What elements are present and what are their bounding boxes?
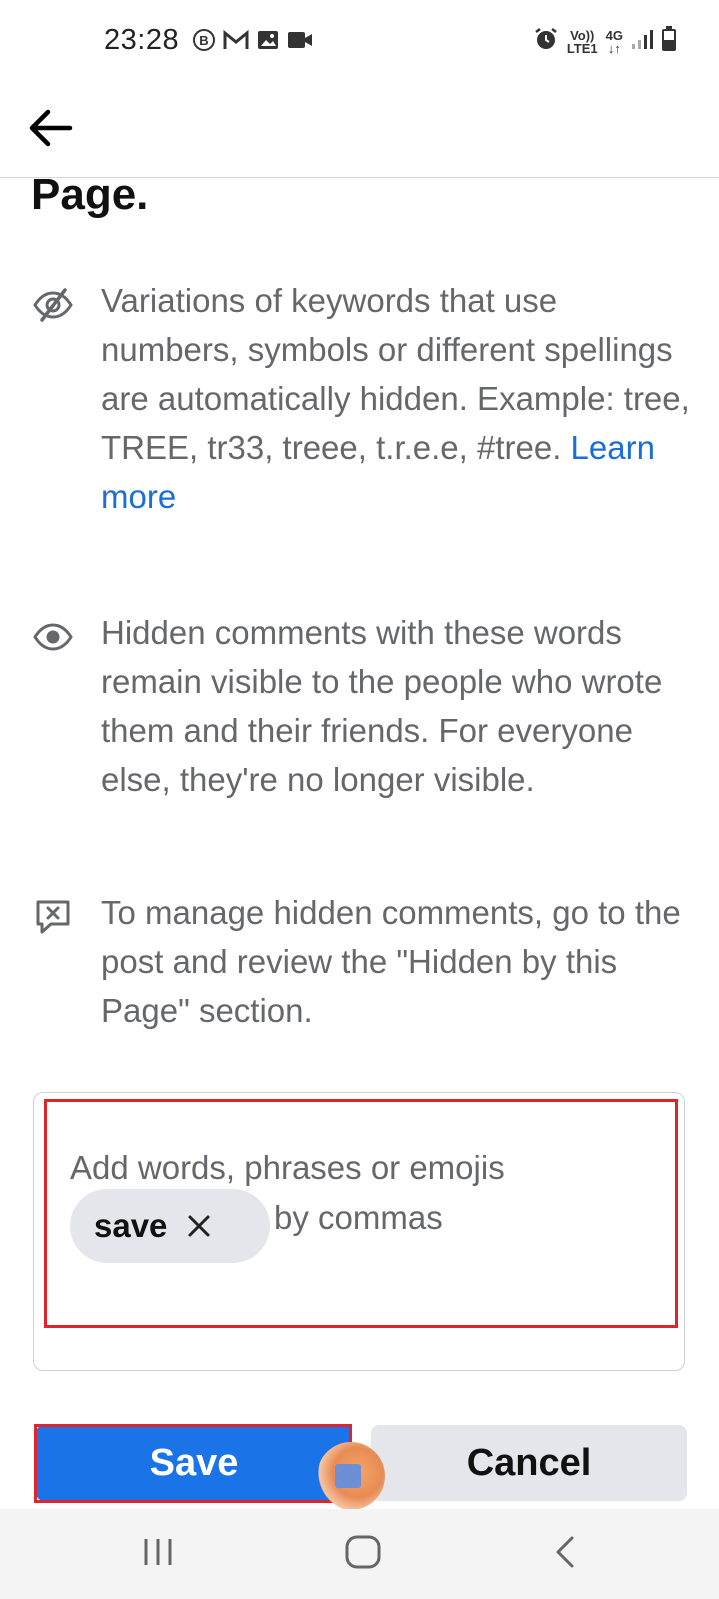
status-notification-icons: B	[192, 28, 314, 57]
gallery-icon	[256, 28, 280, 57]
save-highlight-annotation	[34, 1424, 352, 1503]
info-text-visibility: Hidden comments with these words remain …	[101, 614, 663, 798]
page-heading-fragment: Page.	[31, 170, 149, 219]
back-icon	[552, 1534, 580, 1575]
video-icon	[286, 28, 314, 57]
status-bar: 23:28 B Vo)) LTE1 4G ↓↑	[0, 0, 719, 84]
b-icon: B	[192, 28, 216, 57]
comment-x-icon	[32, 896, 74, 938]
signal-icon	[631, 28, 653, 55]
gmail-icon	[222, 28, 250, 57]
recent-apps-icon	[140, 1536, 176, 1573]
system-back-button[interactable]	[536, 1531, 596, 1577]
top-app-bar	[0, 84, 719, 178]
status-time: 23:28	[104, 24, 180, 56]
info-text-variations: Variations of keywords that use numbers,…	[101, 282, 690, 515]
status-system-icons: Vo)) LTE1 4G ↓↑	[533, 26, 677, 57]
volte-indicator: Vo)) LTE1	[566, 27, 598, 56]
data-indicator: 4G ↓↑	[605, 27, 623, 56]
svg-text:B: B	[199, 33, 208, 48]
back-button[interactable]	[22, 102, 78, 158]
eye-off-icon	[32, 284, 74, 326]
home-icon	[344, 1534, 382, 1575]
arrow-left-icon	[26, 108, 74, 153]
alarm-icon	[533, 26, 559, 57]
cancel-button[interactable]: Cancel	[371, 1425, 687, 1501]
video-camera-icon	[335, 1464, 361, 1488]
recent-apps-button[interactable]	[128, 1531, 188, 1577]
battery-icon	[661, 26, 677, 57]
home-button[interactable]	[333, 1531, 393, 1577]
info-text-manage: To manage hidden comments, go to the pos…	[101, 894, 681, 1029]
system-nav-bar	[0, 1509, 719, 1599]
floating-video-bubble[interactable]	[317, 1442, 385, 1510]
eye-icon	[32, 616, 74, 658]
input-highlight-annotation	[44, 1099, 678, 1328]
